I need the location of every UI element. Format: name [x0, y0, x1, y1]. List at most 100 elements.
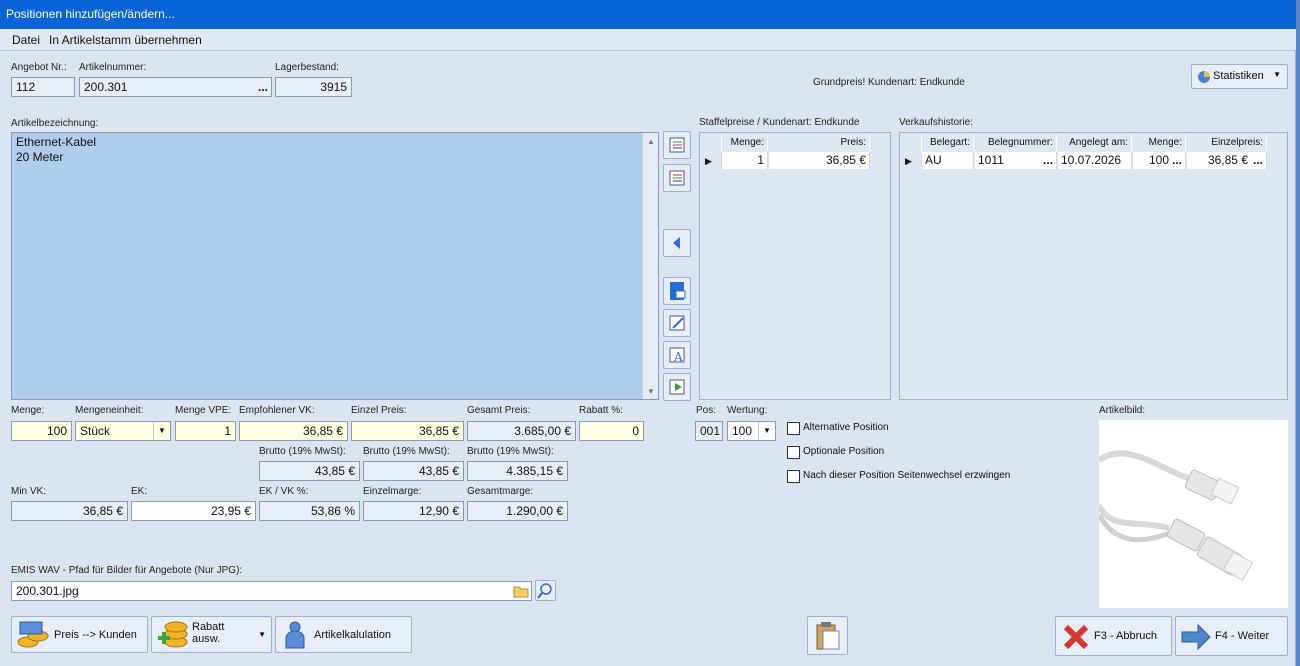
historie-row-angelegt[interactable]: 10.07.2026	[1058, 152, 1132, 169]
angebot-label: Angebot Nr.:	[11, 62, 67, 73]
pfad-label: EMIS WAV - Pfad für Bilder für Angebote …	[11, 565, 243, 576]
document-button[interactable]	[663, 277, 691, 305]
clipboard-button[interactable]	[807, 616, 848, 655]
einheit-label: Mengeneinheit:	[75, 405, 144, 416]
menge-input[interactable]: 100	[11, 421, 72, 441]
ekvk-field: 53,86 %	[259, 501, 360, 521]
belegnummer-value: 1011	[978, 153, 1004, 167]
pie-chart-icon	[1198, 71, 1210, 83]
gesamt-label: Gesamt Preis:	[467, 405, 531, 416]
rabatt-label: Rabatt %:	[579, 405, 623, 416]
belegnummer-lookup-button[interactable]: ...	[1043, 152, 1053, 169]
coins-add-icon	[158, 621, 188, 648]
statistiken-button[interactable]: Statistiken ▼	[1191, 64, 1288, 89]
scroll-up-icon[interactable]: ▲	[647, 137, 655, 146]
einzel-input[interactable]: 36,85 €	[351, 421, 464, 441]
text-lines-icon	[669, 137, 685, 153]
chevron-down-icon: ▼	[1273, 70, 1281, 79]
artikelkalkulation-button[interactable]: Artikelkalulation	[275, 616, 412, 653]
search-button[interactable]	[535, 580, 556, 601]
rabatt-label: Rabatt ausw.	[192, 621, 224, 645]
historie-row-menge[interactable]: 100...	[1133, 152, 1186, 169]
vpe-input[interactable]: 1	[175, 421, 236, 441]
historie-col-menge: Menge:	[1133, 135, 1186, 151]
text-replace-button[interactable]	[663, 164, 691, 192]
bezeichnung-textarea[interactable]: Ethernet-Kabel 20 Meter ▲ ▼	[11, 132, 659, 400]
rabatt-label-line1: Rabatt	[192, 621, 225, 633]
row-pointer-icon: ▶	[902, 152, 922, 169]
weiter-button[interactable]: F4 - Weiter	[1175, 616, 1288, 656]
preis-kunden-button[interactable]: Preis --> Kunden	[11, 616, 148, 653]
minvk-field: 36,85 €	[11, 501, 128, 521]
window-title: Positionen hinzufügen/ändern...	[0, 0, 1296, 29]
einheit-select[interactable]: Stück ▼	[75, 421, 171, 441]
pencil-icon	[669, 315, 685, 331]
bezeichnung-line2: 20 Meter	[16, 150, 64, 164]
einheit-value: Stück	[80, 424, 111, 438]
historie-row-belegart[interactable]: AU	[922, 152, 974, 169]
ethernet-cable-image	[1096, 450, 1254, 581]
collapse-button[interactable]	[663, 229, 691, 257]
staffel-row-menge[interactable]: 1	[722, 152, 768, 169]
font-button[interactable]: A	[663, 341, 691, 369]
historie-row-einzelpreis[interactable]: 36,85 €...	[1187, 152, 1267, 169]
gesamtmarge-label: Gesamtmarge:	[467, 486, 534, 497]
forward-button[interactable]	[663, 373, 691, 401]
einzelpreis-lookup-button[interactable]: ...	[1253, 152, 1263, 169]
lager-field: 3915	[275, 77, 352, 97]
pfad-value: 200.301.jpg	[16, 584, 79, 598]
abbruch-label: F3 - Abbruch	[1094, 630, 1157, 642]
artnr-lookup-button[interactable]: ...	[258, 78, 268, 96]
brutto1-label: Brutto (19% MwSt):	[259, 446, 346, 457]
alternative-label[interactable]: Alternative Position	[803, 422, 889, 433]
historie-grid: Belegart: Belegnummer: Angelegt am: Meng…	[899, 132, 1288, 400]
ek-input[interactable]: 23,95 €	[131, 501, 256, 521]
menu-uebernehmen[interactable]: In Artikelstamm übernehmen	[49, 33, 202, 47]
menge-lookup-button[interactable]: ...	[1172, 152, 1182, 169]
arrow-left-icon	[673, 237, 680, 249]
menu-datei[interactable]: Datei	[12, 33, 40, 47]
textarea-scrollbar[interactable]: ▲ ▼	[642, 133, 658, 399]
artnr-value: 200.301	[84, 80, 128, 94]
chevron-down-icon[interactable]: ▼	[258, 630, 266, 639]
grundpreis-text: Grundpreis! Kundenart: Endkunde	[813, 77, 965, 88]
brutto3-field: 4.385,15 €	[467, 461, 568, 481]
einzel-label: Einzel Preis:	[351, 405, 407, 416]
historie-row-belegnummer[interactable]: 1011...	[975, 152, 1057, 169]
pfad-input[interactable]: 200.301.jpg	[11, 581, 532, 601]
lager-label: Lagerbestand:	[275, 62, 339, 73]
pos-field[interactable]: 001	[695, 421, 723, 441]
optionale-label[interactable]: Optionale Position	[803, 446, 884, 457]
wertung-select[interactable]: 100 ▼	[727, 421, 776, 441]
seitenwechsel-label[interactable]: Nach dieser Position Seitenwechsel erzwi…	[803, 470, 1010, 481]
chevron-down-icon[interactable]: ▼	[758, 422, 775, 440]
staffel-col-preis: Preis:	[769, 135, 870, 151]
alternative-checkbox[interactable]	[787, 422, 800, 435]
edit-button[interactable]	[663, 309, 691, 337]
seitenwechsel-checkbox[interactable]	[787, 470, 800, 483]
einzelpreis-value: 36,85 €	[1207, 153, 1248, 167]
staffel-row-preis[interactable]: 36,85 €	[769, 152, 870, 169]
optionale-checkbox[interactable]	[787, 446, 800, 459]
rabatt-button[interactable]: Rabatt ausw. ▼	[151, 616, 272, 653]
scroll-down-icon[interactable]: ▼	[647, 387, 655, 396]
artikelkalkulation-label: Artikelkalulation	[314, 629, 392, 641]
text-template-button[interactable]	[663, 131, 691, 159]
play-icon	[669, 379, 685, 395]
gesamtmarge-field: 1.290,00 €	[467, 501, 568, 521]
rabatt-input[interactable]: 0	[579, 421, 644, 441]
coins-icon	[17, 621, 49, 648]
historie-col-belegart: Belegart:	[922, 135, 974, 151]
wertung-label: Wertung:	[727, 405, 768, 416]
abbruch-button[interactable]: F3 - Abbruch	[1055, 616, 1172, 656]
font-icon: A	[669, 347, 685, 364]
chevron-down-icon[interactable]: ▼	[153, 422, 170, 440]
minvk-label: Min VK:	[11, 486, 47, 497]
person-icon	[285, 621, 305, 649]
angebot-field[interactable]: 112	[11, 77, 75, 97]
brutto2-label: Brutto (19% MwSt):	[363, 446, 450, 457]
close-icon	[1063, 624, 1089, 650]
artnr-field[interactable]: 200.301...	[79, 77, 272, 97]
empf-input[interactable]: 36,85 €	[239, 421, 348, 441]
folder-icon[interactable]	[513, 584, 529, 598]
